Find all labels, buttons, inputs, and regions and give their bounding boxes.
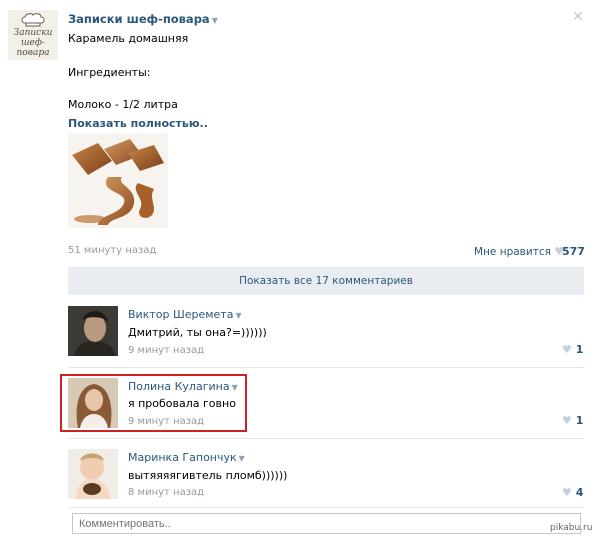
post-text-line: Молоко - 1/2 литра (68, 98, 178, 111)
dropdown-arrow-icon[interactable]: ▼ (235, 311, 241, 320)
post-text-line: Карамель домашняя (68, 32, 189, 45)
avatar-logo-text: Записки шеф-повара (13, 27, 53, 58)
dropdown-arrow-icon[interactable]: ▼ (239, 454, 245, 463)
comment-author-link[interactable]: Виктор Шеремета ▼ (128, 308, 242, 321)
comment-text: Дмитрий, ты она?=)))))) (128, 326, 267, 339)
comment-like-button[interactable]: ♥ 1 (562, 414, 583, 427)
avatar-photo (68, 306, 118, 356)
comment-divider (68, 367, 584, 368)
comment-like-count[interactable]: 4 (576, 486, 584, 499)
heart-icon[interactable]: ♥ (562, 343, 572, 356)
like-label[interactable]: Мне нравится (474, 246, 551, 258)
comment-author[interactable]: Виктор Шеремета (128, 308, 233, 321)
community-avatar[interactable]: Записки шеф-повара (8, 10, 58, 60)
comment-author-link[interactable]: Маринка Гапончук ▼ (128, 451, 245, 464)
post-text-line: Ингредиенты: (68, 66, 151, 79)
comment-like-button[interactable]: ♥ 1 (562, 343, 583, 356)
comment-like-button[interactable]: ♥ 4 (562, 486, 583, 499)
comment-divider (68, 507, 584, 508)
comment-timestamp[interactable]: 9 минут назад (128, 345, 204, 356)
post-author-link[interactable]: Записки шеф-повара ▼ (68, 12, 218, 26)
post-photo[interactable] (68, 133, 168, 228)
highlight-annotation (60, 374, 247, 432)
dropdown-arrow-icon[interactable]: ▼ (212, 16, 218, 25)
comment-avatar[interactable] (68, 306, 118, 356)
heart-icon[interactable]: ♥ (562, 414, 572, 427)
comment-divider (68, 438, 584, 439)
close-icon[interactable]: ✕ (572, 9, 584, 25)
like-count[interactable]: 577 (562, 245, 585, 258)
comment-timestamp[interactable]: 8 минут назад (128, 487, 204, 498)
watermark: pikabu.ru (550, 523, 593, 533)
comment-like-count[interactable]: 1 (576, 343, 584, 356)
like-button[interactable]: Мне нравится ♥ (474, 245, 564, 258)
caramel-image (72, 139, 164, 225)
show-all-comments-button[interactable]: Показать все 17 комментариев (68, 267, 584, 295)
post-author-name[interactable]: Записки шеф-повара (68, 12, 210, 26)
heart-icon[interactable]: ♥ (562, 486, 572, 499)
comment-like-count[interactable]: 1 (576, 414, 584, 427)
chef-hat-icon (21, 12, 45, 26)
comment-input[interactable] (72, 513, 581, 534)
comment-text: вытяяяягивтель пломб)))))) (128, 469, 288, 482)
comment-author[interactable]: Маринка Гапончук (128, 451, 237, 464)
avatar-photo (68, 449, 118, 499)
show-more-link[interactable]: Показать полностью.. (68, 117, 208, 130)
post-timestamp[interactable]: 51 минуту назад (68, 245, 156, 256)
comment-avatar[interactable] (68, 449, 118, 499)
